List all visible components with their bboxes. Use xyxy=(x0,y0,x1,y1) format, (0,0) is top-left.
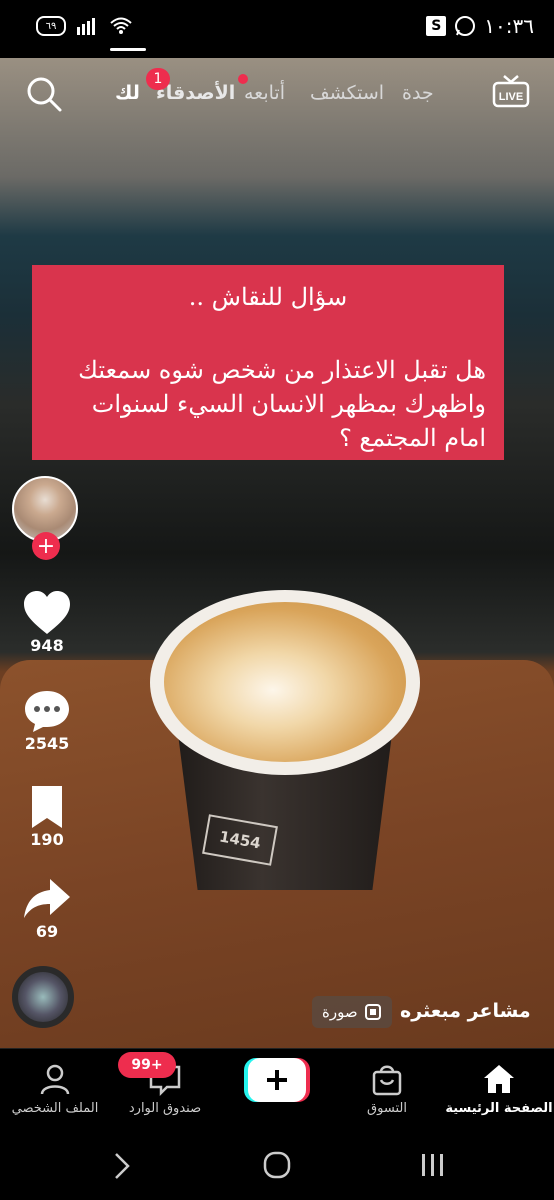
tab-shop-label: التسوق xyxy=(367,1101,407,1116)
shopping-bag-icon xyxy=(372,1065,402,1096)
tab-for-you[interactable]: لك xyxy=(115,82,140,104)
live-label: LIVE xyxy=(499,91,523,103)
bookmark-icon xyxy=(32,786,62,828)
comment-button[interactable]: 2545 xyxy=(0,688,94,753)
inbox-badge: 99+ xyxy=(118,1052,176,1078)
latte-art xyxy=(164,602,406,762)
banner-title: سؤال للنقاش .. xyxy=(188,283,348,311)
search-button[interactable] xyxy=(24,74,64,114)
create-button[interactable] xyxy=(244,1058,310,1102)
comment-icon xyxy=(25,691,69,732)
recents-icon[interactable] xyxy=(420,1152,446,1178)
signal-icon xyxy=(77,18,95,35)
battery-level: ٦٩ xyxy=(45,20,57,32)
battery-icon: ٦٩ xyxy=(36,16,66,36)
back-icon[interactable] xyxy=(112,1152,132,1180)
app-notification-icon: S xyxy=(426,16,447,36)
plus-icon xyxy=(244,1058,310,1102)
wifi-icon xyxy=(110,17,132,34)
active-tab-indicator xyxy=(110,48,146,51)
photo-chip-label: صورة xyxy=(322,1003,358,1021)
tab-jeddah[interactable]: جدة xyxy=(402,82,434,104)
tab-home[interactable]: الصفحة الرئيسية xyxy=(444,1049,554,1116)
profile-icon xyxy=(40,1064,70,1095)
photo-icon xyxy=(364,1004,381,1020)
share-icon xyxy=(24,879,70,918)
tab-explore[interactable]: استكشف xyxy=(310,82,384,104)
live-icon: LIVE xyxy=(492,75,530,108)
top-nav: جدة استكشف أتابعه الأصدقاء لك xyxy=(0,70,554,130)
save-button[interactable]: 190 xyxy=(0,784,94,849)
search-icon xyxy=(27,77,62,112)
home-circle-icon[interactable] xyxy=(262,1150,292,1180)
status-left: ٦٩ xyxy=(36,16,132,36)
status-right: S ١٠:٣٦ xyxy=(426,14,534,38)
tab-following[interactable]: أتابعه xyxy=(244,82,285,104)
share-button[interactable]: 69 xyxy=(0,876,94,941)
app-icon-letter: S xyxy=(431,18,442,34)
tab-inbox-label: صندوق الوارد xyxy=(128,1101,202,1116)
status-bar: ٦٩ S ١٠:٣٦ xyxy=(0,0,554,58)
whatsapp-icon xyxy=(455,16,476,36)
like-button[interactable]: 948 xyxy=(0,590,94,655)
android-nav-bar xyxy=(0,1132,554,1200)
follow-plus-button[interactable]: + xyxy=(32,532,60,560)
live-button[interactable]: LIVE xyxy=(492,74,530,108)
comment-count: 2545 xyxy=(24,734,70,753)
clock: ١٠:٣٦ xyxy=(484,14,534,38)
share-count: 69 xyxy=(35,922,59,941)
following-dot xyxy=(238,74,248,84)
tab-shop[interactable]: التسوق xyxy=(332,1049,442,1116)
like-count: 948 xyxy=(30,636,64,655)
question-banner: سؤال للنقاش .. هل تقبل الاعتذار من شخص ش… xyxy=(32,265,504,460)
sound-name[interactable]: مشاعر مبعثره xyxy=(400,1000,531,1022)
tab-profile-label: الملف الشخصي xyxy=(11,1101,99,1116)
heart-icon xyxy=(24,591,70,634)
sound-disc[interactable] xyxy=(12,966,74,1028)
home-icon xyxy=(484,1065,514,1093)
photo-mode-chip[interactable]: صورة xyxy=(312,996,392,1028)
save-count: 190 xyxy=(30,830,64,849)
coffee-cup-image xyxy=(150,590,420,890)
banner-body: هل تقبل الاعتذار من شخص شوه سمعتك واظهرك… xyxy=(78,356,486,452)
tab-profile[interactable]: الملف الشخصي xyxy=(0,1049,110,1116)
friends-badge: 1 xyxy=(146,68,170,90)
tab-home-label: الصفحة الرئيسية xyxy=(445,1101,553,1116)
